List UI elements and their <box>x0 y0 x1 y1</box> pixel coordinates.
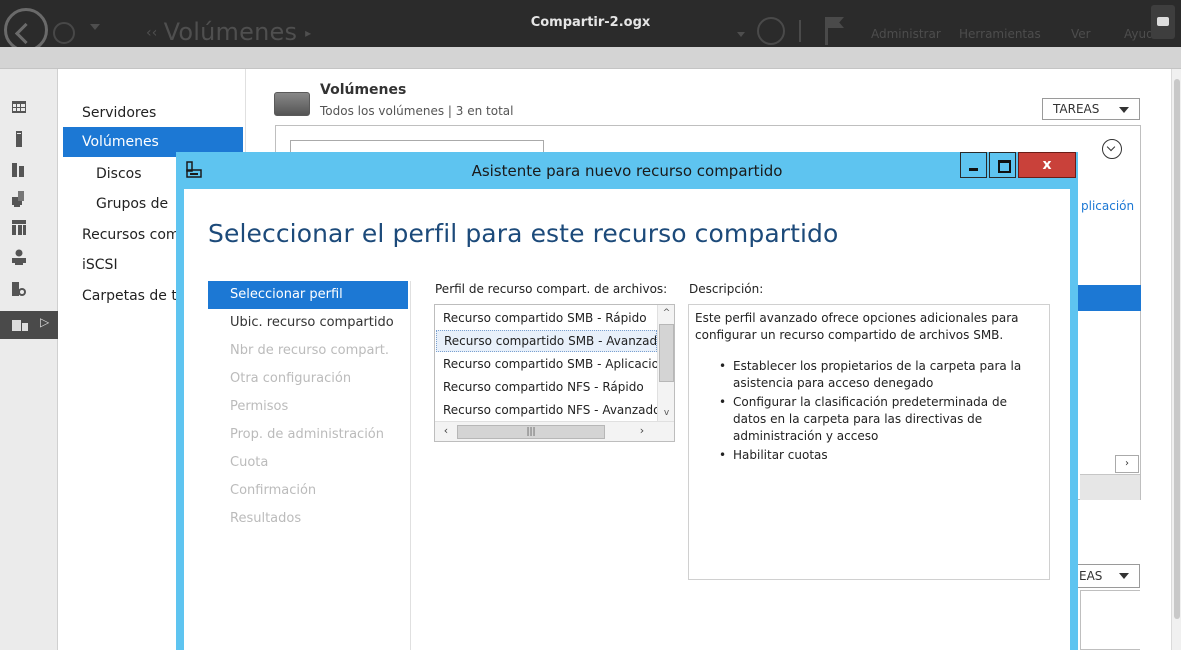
step-seleccionar-perfil[interactable]: Seleccionar perfil <box>208 281 408 309</box>
step-resultados: Resultados <box>230 511 302 526</box>
description-bullet: Configurar la clasificación predetermina… <box>719 394 1043 445</box>
description-bullet: Establecer los propietarios de la carpet… <box>719 358 1043 392</box>
scroll-up-icon[interactable]: ^ <box>658 305 674 321</box>
step-nombre: Nbr de recurso compart. <box>230 343 390 358</box>
profile-item-smb-aplicaciones[interactable]: Recurso compartido SMB - Aplicaciones <box>436 353 657 375</box>
remote-access-icon[interactable] <box>12 249 26 265</box>
steps-divider <box>410 281 411 650</box>
profile-vertical-scrollbar[interactable]: ^ v <box>657 305 674 421</box>
scroll-left-icon[interactable]: ‹ <box>438 424 454 440</box>
tasks-dropdown[interactable]: TAREAS <box>1042 98 1140 120</box>
local-server-icon[interactable] <box>12 131 26 147</box>
wizard-window-title: Asistente para nuevo recurso compartido <box>471 162 783 180</box>
maximize-button[interactable] <box>989 152 1016 178</box>
volume-drive-icon <box>274 92 310 116</box>
description-label: Descripción: <box>689 282 764 296</box>
wizard-body: Seleccionar el perfil para este recurso … <box>184 189 1070 650</box>
file-storage-icon <box>12 320 28 331</box>
iis-icon[interactable] <box>12 219 26 235</box>
tasks-dropdown-2[interactable]: EAS <box>1070 564 1140 588</box>
refresh-icon[interactable] <box>757 17 785 45</box>
toolbar-strip <box>0 47 1181 69</box>
description-intro: Este perfil avanzado ofrece opciones adi… <box>695 311 1019 342</box>
profile-item-smb-avanzado[interactable]: Recurso compartido SMB - Avanzado <box>436 330 657 352</box>
selected-volume-row[interactable] <box>1077 285 1141 311</box>
file-services-icon[interactable] <box>12 191 26 207</box>
profile-item-nfs-rapido[interactable]: Recurso compartido NFS - Rápido <box>436 376 657 398</box>
step-ubicacion[interactable]: Ubic. recurso compartido <box>208 309 408 337</box>
profile-vscroll-thumb[interactable] <box>659 324 674 382</box>
profile-hscroll-thumb[interactable]: ||| <box>457 425 605 439</box>
collapse-chevron-icon[interactable] <box>1102 139 1122 159</box>
grid-footer <box>1080 474 1140 500</box>
all-servers-icon[interactable] <box>12 161 26 177</box>
scroll-down-icon[interactable]: v <box>658 405 674 421</box>
volumes-title: Volúmenes <box>320 82 407 98</box>
breadcrumb-dropdown-icon[interactable] <box>737 32 745 37</box>
close-button[interactable] <box>1018 152 1076 178</box>
expand-arrow-icon: ▷ <box>40 315 50 329</box>
volumes-count: Todos los volúmenes | 3 en total <box>320 104 514 118</box>
step-confirmacion: Confirmación <box>230 483 317 498</box>
lower-grid <box>1080 590 1140 650</box>
step-permisos: Permisos <box>230 399 289 414</box>
file-storage-services-nav[interactable]: ▷ <box>0 311 58 339</box>
scroll-right-icon[interactable]: › <box>634 424 650 440</box>
profile-listbox[interactable]: Recurso compartido SMB - Rápido Recurso … <box>434 304 675 442</box>
wizard-heading: Seleccionar el perfil para este recurso … <box>208 219 839 248</box>
menu-herramientas[interactable]: Herramientas <box>959 27 1041 41</box>
page-scrollbar-thumb[interactable] <box>1174 79 1180 619</box>
server-manager-icon-strip: ▷ <box>0 69 58 650</box>
step-cuota: Cuota <box>230 455 269 470</box>
profile-list-label: Perfil de recurso compart. de archivos: <box>435 282 668 296</box>
title-bar: ‹‹ Volúmenes ▸ Compartir-2.ogx Administrar… <box>0 0 1181 47</box>
profile-item-smb-rapido[interactable]: Recurso compartido SMB - Rápido <box>436 307 657 329</box>
toolbar-separator <box>799 20 801 42</box>
nav-item-servidores[interactable]: Servidores <box>63 98 243 128</box>
dashboard-icon[interactable] <box>12 99 26 115</box>
profile-item-nfs-avanzado[interactable]: Recurso compartido NFS - Avanzado <box>436 399 657 421</box>
column-header-aplicacion[interactable]: plicación <box>1081 199 1134 213</box>
step-prop-administracion: Prop. de administración <box>230 427 385 442</box>
keyboard-icon[interactable] <box>1151 5 1175 39</box>
description-bullets: Establecer los propietarios de la carpet… <box>695 358 1043 464</box>
flag-icon[interactable] <box>825 17 828 45</box>
new-share-wizard-dialog: Asistente para nuevo recurso compartido … <box>176 152 1078 650</box>
description-bullet: Habilitar cuotas <box>719 447 1043 464</box>
page-scrollbar[interactable] <box>1171 69 1181 650</box>
minimize-button[interactable] <box>960 152 987 178</box>
profile-horizontal-scrollbar[interactable]: ‹ ||| › <box>435 421 674 441</box>
description-panel: Este perfil avanzado ofrece opciones adi… <box>688 304 1050 580</box>
scroll-right-icon[interactable]: › <box>1115 455 1139 473</box>
storage-icon[interactable] <box>12 281 26 297</box>
menu-ver[interactable]: Ver <box>1071 27 1091 41</box>
step-otra-configuracion: Otra configuración <box>230 371 352 386</box>
menu-administrar[interactable]: Administrar <box>871 27 941 41</box>
wizard-steps: Seleccionar perfil Ubic. recurso compart… <box>208 281 408 650</box>
